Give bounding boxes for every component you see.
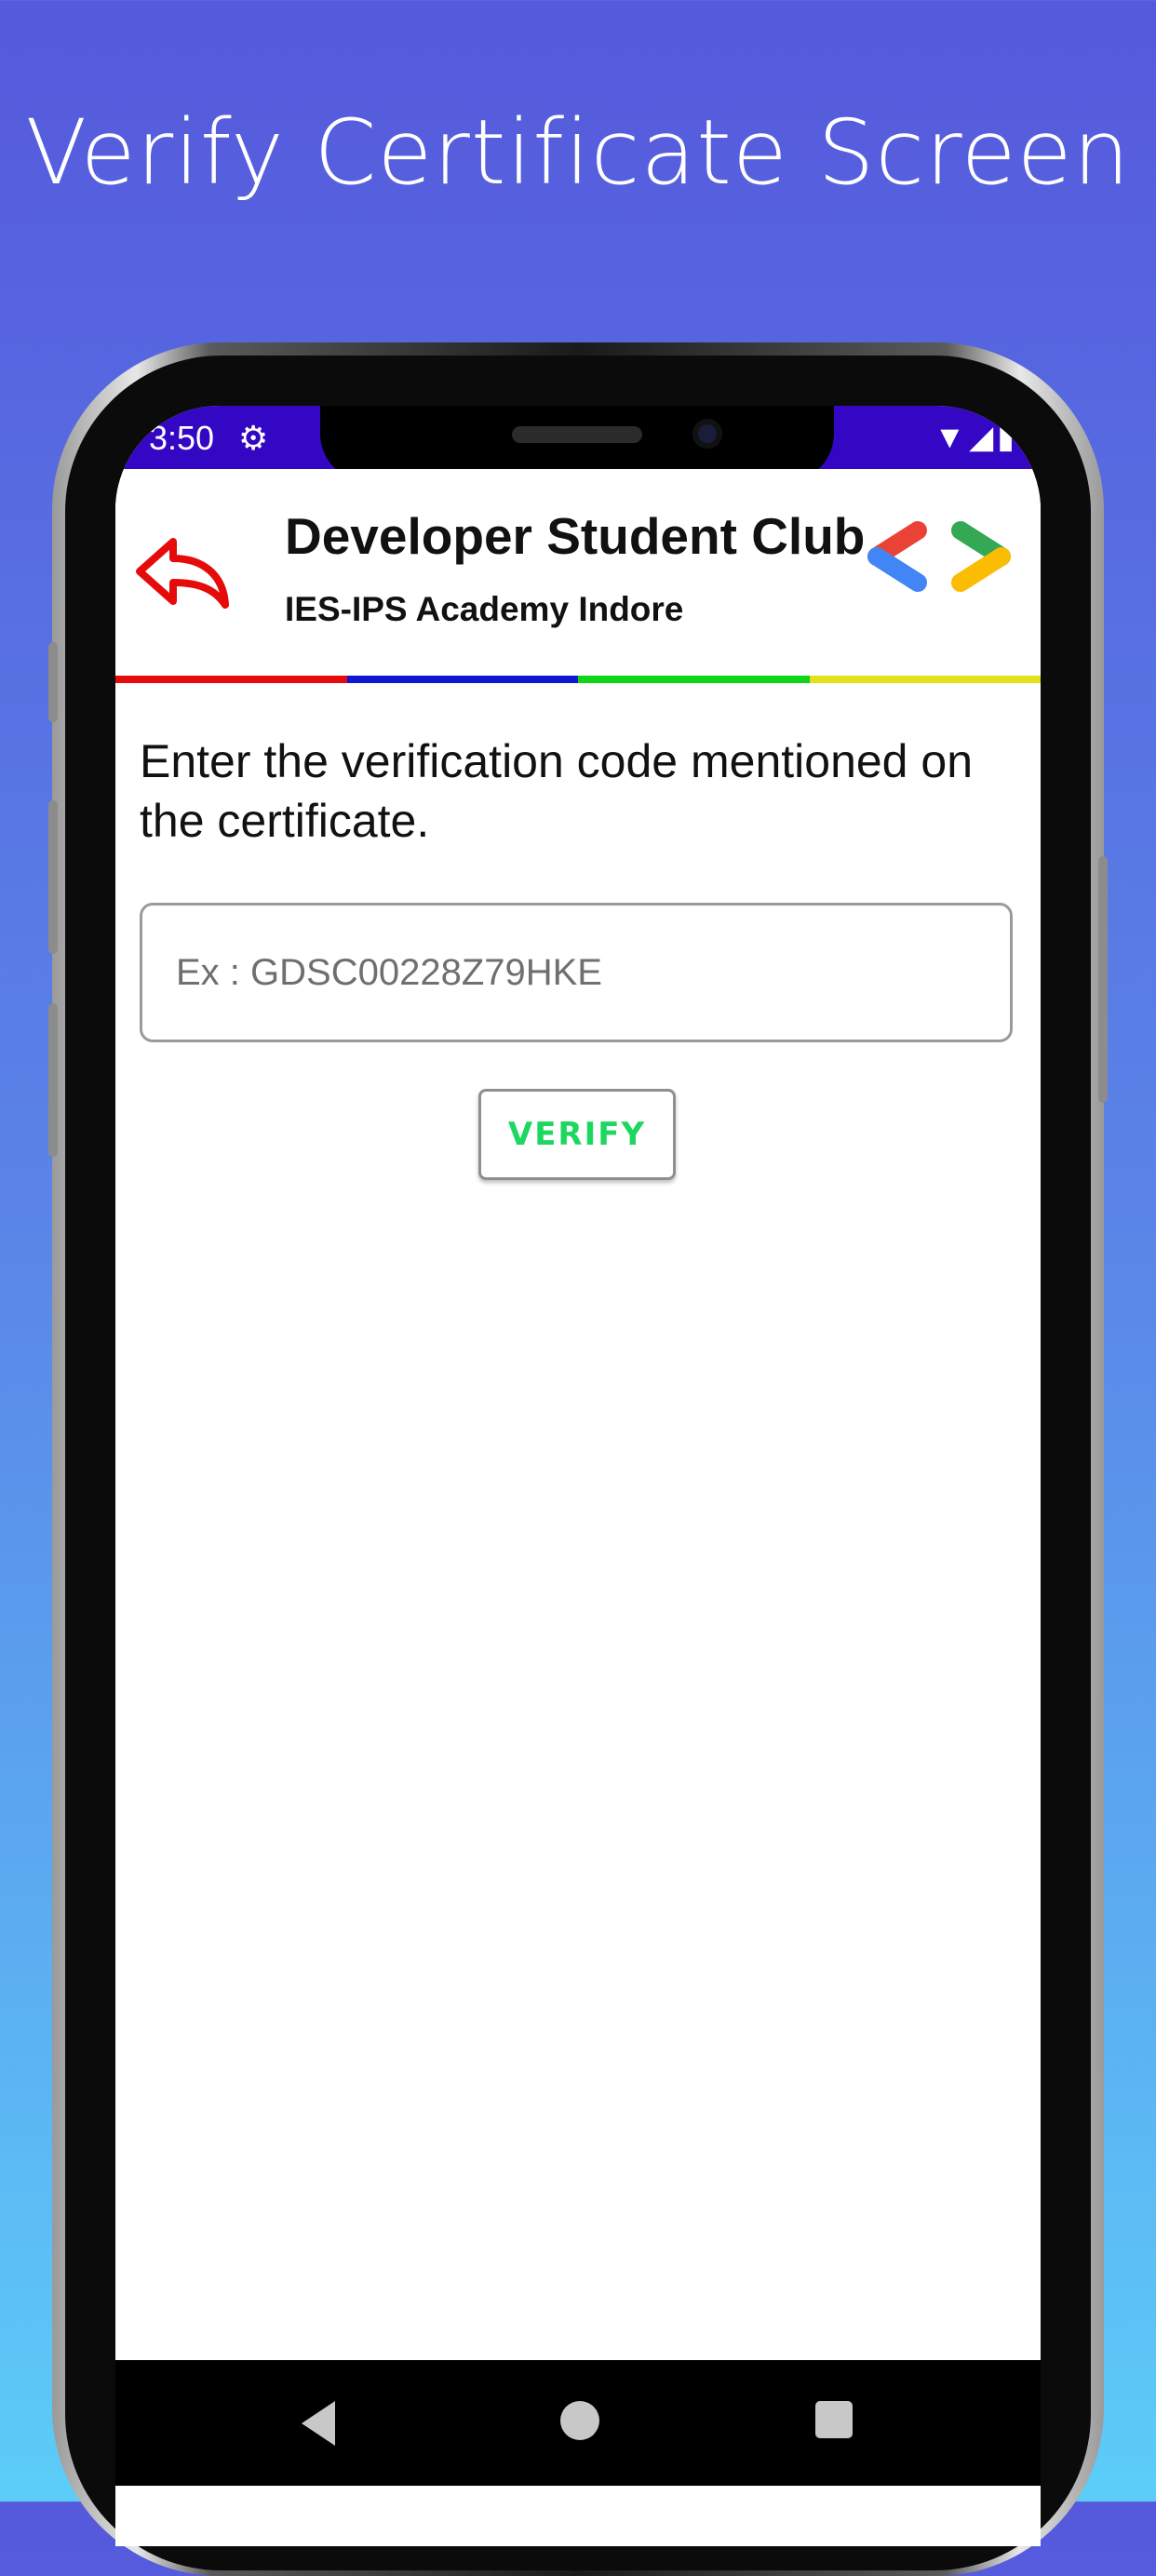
app-title: Developer Student Club [285,507,866,565]
color-stripe [115,676,1041,683]
phone-screen: 3:50 ⚙ ▼◢▮ Developer Student Club IES-IP… [115,406,1041,2546]
front-camera [692,419,722,449]
app-subtitle: IES-IPS Academy Indore [285,590,684,628]
stripe-yellow [809,676,1041,683]
battery-icon: ▮ [997,420,1018,455]
back-arrow-icon[interactable] [134,534,236,618]
stripe-blue [346,676,578,683]
phone-side-button [48,800,58,954]
stripe-red [115,676,347,683]
phone-side-button [48,642,58,722]
system-nav-bar [115,2360,1041,2486]
instruction-text: Enter the verification code mentioned on… [140,735,973,847]
verification-code-input[interactable] [140,903,1013,1042]
status-time: 3:50 [149,419,215,457]
status-icons: ▼◢▮ [934,419,1018,456]
stripe-green [578,676,810,683]
verify-button[interactable]: VERIFY [478,1089,676,1180]
nav-home-icon[interactable] [560,2401,599,2440]
speaker-grille [512,426,642,443]
promo-title: Verify Certificate Screen [25,101,1131,205]
signal-icon: ◢ [969,420,998,455]
app-bar: Developer Student Club IES-IPS Academy I… [115,469,1041,676]
wifi-icon: ▼ [934,420,970,455]
phone-side-button [48,1003,58,1157]
nav-recents-icon[interactable] [815,2401,853,2438]
phone-side-button [1098,856,1108,1103]
nav-back-icon[interactable] [302,2401,335,2446]
gear-icon: ⚙ [238,419,269,457]
gdsc-logo-icon [867,521,1011,592]
